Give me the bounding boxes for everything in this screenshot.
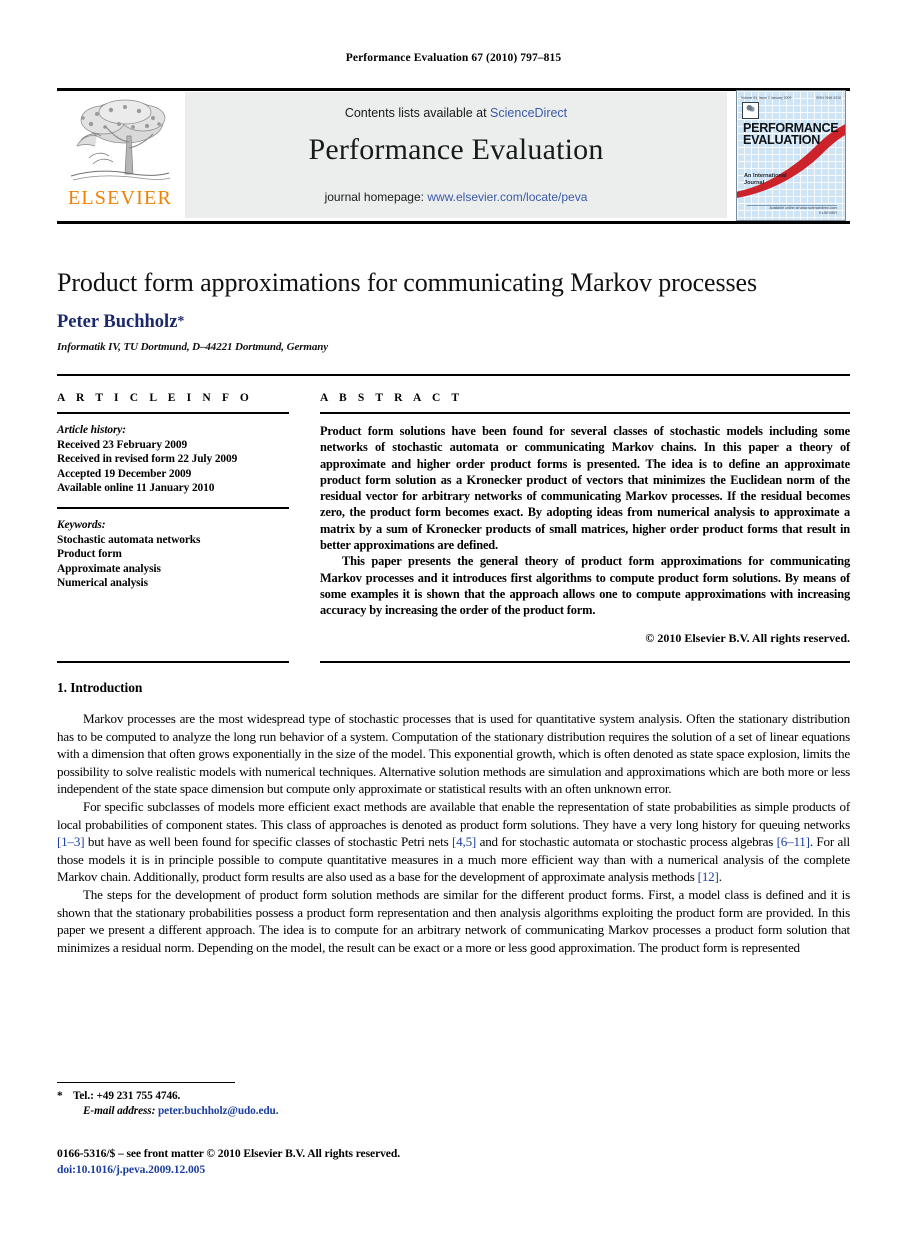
cover-subtitle-line2: Journal bbox=[744, 180, 765, 186]
cover-footer-publisher: ELSEVIER bbox=[819, 211, 837, 215]
doi-link[interactable]: doi:10.1016/j.peva.2009.12.005 bbox=[57, 1163, 205, 1176]
footnote-email-line: E-mail address: peter.buchholz@udo.edu. bbox=[57, 1104, 557, 1119]
article-history-group: Article history: Received 23 February 20… bbox=[57, 423, 289, 496]
contents-available-line: Contents lists available at ScienceDirec… bbox=[185, 106, 727, 120]
cover-elsevier-mark-icon bbox=[742, 102, 759, 119]
body-text: Markov processes are the most widespread… bbox=[57, 710, 850, 956]
cover-footer-text: Available online at www.sciencedirect.co… bbox=[770, 206, 837, 216]
sciencedirect-link[interactable]: ScienceDirect bbox=[490, 106, 567, 120]
imprint-frontmatter: 0166-5316/$ – see front matter © 2010 El… bbox=[57, 1147, 401, 1160]
article-info-tag: A R T I C L E I N F O bbox=[57, 392, 253, 404]
abstract-tag: A B S T R A C T bbox=[320, 392, 464, 404]
abstract-zone-rule-top bbox=[57, 374, 850, 376]
para2-segment: . bbox=[718, 869, 722, 885]
history-item: Received 23 February 2009 bbox=[57, 438, 188, 451]
footnote-block: * Tel.: +49 231 755 4746. E-mail address:… bbox=[57, 1089, 557, 1119]
citation-link-6-11[interactable]: [6–11] bbox=[777, 834, 810, 849]
keyword-item: Approximate analysis bbox=[57, 562, 161, 575]
abstract-column: A B S T R A C T Product form solutions h… bbox=[320, 392, 850, 646]
contents-prefix: Contents lists available at bbox=[344, 106, 491, 120]
footnote-separator-rule bbox=[57, 1082, 235, 1083]
abstract-paragraph: This paper presents the general theory o… bbox=[320, 554, 850, 618]
cover-volume-text: Volume 64, Issue 1 January 2009 bbox=[741, 95, 792, 100]
article-info-tag-rule bbox=[57, 412, 289, 414]
elsevier-logo: ELSEVIER bbox=[61, 92, 179, 218]
homepage-prefix: journal homepage: bbox=[324, 190, 428, 204]
keywords-group: Keywords: Stochastic automata networks P… bbox=[57, 518, 289, 591]
cover-top-bar: Volume 64, Issue 1 January 2009 ISSN 016… bbox=[741, 94, 841, 101]
cover-subtitle-line1: An International bbox=[744, 173, 787, 179]
elsevier-tree-icon bbox=[70, 99, 171, 181]
para2-segment: For specific subclasses of models more e… bbox=[57, 798, 850, 832]
article-title-block: Product form approximations for communic… bbox=[57, 268, 850, 353]
running-head: Performance Evaluation 67 (2010) 797–815 bbox=[345, 52, 562, 64]
cover-title: PERFORMANCE EVALUATION bbox=[743, 121, 841, 148]
paper-page: Performance Evaluation 67 (2010) 797–815 bbox=[0, 0, 907, 1238]
para2-segment: but have as well been found for specific… bbox=[84, 834, 452, 850]
para2-segment: and for stochastic automata or stochasti… bbox=[476, 834, 777, 850]
footnote-tel-line: * Tel.: +49 231 755 4746. bbox=[57, 1089, 557, 1104]
article-info-column: A R T I C L E I N F O Article history: R… bbox=[57, 392, 289, 591]
keyword-item: Product form bbox=[57, 548, 122, 561]
history-item: Available online 11 January 2010 bbox=[57, 482, 215, 495]
header-rule-bottom bbox=[57, 221, 850, 224]
author-email-link[interactable]: peter.buchholz@udo.edu bbox=[158, 1105, 276, 1117]
author-label: Peter Buchholz bbox=[57, 312, 178, 332]
citation-link-4-5[interactable]: [4,5] bbox=[452, 834, 476, 849]
journal-header-band: ELSEVIER Contents lists available at Sci… bbox=[57, 88, 850, 224]
body-paragraph: For specific subclasses of models more e… bbox=[57, 798, 850, 886]
footnote-marker: * bbox=[57, 1090, 63, 1102]
keyword-item: Numerical analysis bbox=[57, 577, 148, 590]
section-heading-introduction: 1. Introduction bbox=[57, 680, 143, 695]
article-info-divider bbox=[57, 506, 289, 509]
abstract-bottom-rule bbox=[320, 661, 850, 663]
article-body: 1. Introduction Markov processes are the… bbox=[57, 680, 850, 956]
journal-info-panel: Contents lists available at ScienceDirec… bbox=[185, 92, 727, 218]
cover-title-line2: EVALUATION bbox=[743, 133, 820, 148]
imprint-block: 0166-5316/$ – see front matter © 2010 El… bbox=[57, 1146, 657, 1177]
journal-homepage-link[interactable]: www.elsevier.com/locate/peva bbox=[427, 190, 587, 204]
cover-issn-text: ISSN 0166-5316 bbox=[815, 95, 841, 100]
author-footnote-marker: * bbox=[177, 314, 185, 329]
abstract-tag-rule bbox=[320, 412, 850, 414]
abstract-copyright: © 2010 Elsevier B.V. All rights reserved… bbox=[645, 630, 850, 645]
history-item: Accepted 19 December 2009 bbox=[57, 467, 192, 480]
email-label: E-mail address: bbox=[83, 1105, 156, 1117]
keywords-heading: Keywords: bbox=[57, 518, 106, 531]
author-name: Peter Buchholz* bbox=[57, 312, 850, 333]
journal-homepage-line: journal homepage: www.elsevier.com/locat… bbox=[185, 190, 727, 204]
footnote-tel: Tel.: +49 231 755 4746. bbox=[73, 1090, 181, 1102]
journal-title: Performance Evaluation bbox=[308, 133, 604, 166]
history-item: Received in revised form 22 July 2009 bbox=[57, 453, 238, 466]
citation-link-1-3[interactable]: [1–3] bbox=[57, 834, 85, 849]
page-title: Product form approximations for communic… bbox=[57, 268, 757, 297]
citation-link-12[interactable]: [12] bbox=[698, 869, 719, 884]
journal-cover-thumbnail: Volume 64, Issue 1 January 2009 ISSN 016… bbox=[736, 90, 846, 221]
abstract-body: Product form solutions have been found f… bbox=[320, 423, 850, 619]
author-affiliation: Informatik IV, TU Dortmund, D–44221 Dort… bbox=[57, 341, 329, 353]
keyword-item: Stochastic automata networks bbox=[57, 533, 201, 546]
abstract-paragraph: Product form solutions have been found f… bbox=[320, 424, 850, 553]
header-rule-top bbox=[57, 88, 850, 91]
elsevier-wordmark: ELSEVIER bbox=[67, 187, 173, 209]
email-trailing-period: . bbox=[275, 1105, 279, 1117]
article-history-heading: Article history: bbox=[57, 424, 126, 436]
article-info-bottom-rule bbox=[57, 661, 289, 663]
cover-subtitle: An International Journal bbox=[744, 173, 804, 187]
body-paragraph: The steps for the development of product… bbox=[57, 886, 850, 955]
body-paragraph: Markov processes are the most widespread… bbox=[57, 711, 850, 797]
